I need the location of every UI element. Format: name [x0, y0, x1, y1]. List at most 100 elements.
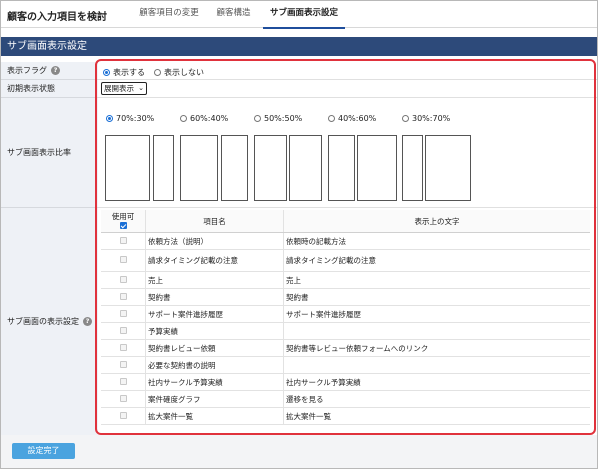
ratio-option-label: 50%:50%: [264, 114, 303, 123]
table-row: 依頼方法（説明） 依頼時の記載方法: [101, 232, 590, 250]
ratio-preview-sub: [425, 135, 471, 201]
row-checkbox[interactable]: [119, 292, 127, 300]
items-table: 使用可 項目名 表示上の文字 依頼方法（説明） 依頼時の記載方法 請求タイミング記…: [101, 210, 590, 425]
display-flag-label-text: 表示フラグ: [7, 66, 47, 75]
ratio-label-text: サブ画面表示比率: [7, 148, 71, 157]
item-display: 拡大案件一覧: [283, 407, 590, 425]
items-label-text: サブ画面の表示設定: [7, 317, 79, 326]
item-name: 売上: [145, 271, 284, 289]
item-display: [283, 322, 590, 340]
item-display: 契約書: [283, 288, 590, 306]
radio-icon[interactable]: [154, 69, 161, 76]
items-label: サブ画面の表示設定 ?: [1, 208, 98, 435]
row-checkbox[interactable]: [119, 326, 127, 334]
help-icon[interactable]: ?: [51, 66, 60, 75]
item-display: 契約書等レビュー依頼フォームへのリンク: [283, 339, 590, 357]
initial-state-value: 展開表示: [104, 84, 134, 93]
table-row: 案件確度グラフ 遷移を見る: [101, 390, 590, 408]
initial-state-field: [98, 80, 597, 98]
footer-bar: [1, 435, 597, 468]
item-display: 遷移を見る: [283, 390, 590, 408]
initial-state-label-text: 初期表示状態: [7, 84, 55, 93]
ratio-preview-sub: [289, 135, 322, 201]
item-name: 必要な契約書の説明: [145, 356, 284, 374]
ratio-preview-main: [254, 135, 287, 201]
initial-state-label: 初期表示状態: [1, 80, 98, 98]
tab-customer-fields[interactable]: 顧客項目の変更: [134, 7, 204, 27]
ratio-preview-main: [105, 135, 150, 201]
display-flag-on-option[interactable]: 表示する: [103, 67, 145, 78]
item-name: 契約書レビュー依頼: [145, 339, 284, 357]
radio-selected-icon[interactable]: [103, 69, 110, 76]
item-name: 予算実績: [145, 322, 284, 340]
item-name: 依頼方法（説明）: [145, 232, 284, 250]
col-enabled-label: 使用可: [111, 212, 135, 221]
ratio-option-30-70[interactable]: 30%:70%: [402, 114, 450, 123]
row-checkbox[interactable]: [119, 411, 127, 419]
item-display: 請求タイミング記載の注意: [283, 249, 590, 272]
table-row: サポート案件進捗履歴 サポート案件進捗履歴: [101, 305, 590, 323]
row-checkbox[interactable]: [119, 343, 127, 351]
tab-subscreen-settings[interactable]: サブ画面表示設定: [263, 7, 345, 29]
initial-state-select[interactable]: 展開表示 ⌄: [101, 82, 147, 95]
row-checkbox[interactable]: [119, 377, 127, 385]
item-name: サポート案件進捗履歴: [145, 305, 284, 323]
item-name: 拡大案件一覧: [145, 407, 284, 425]
ratio-option-label: 70%:30%: [116, 114, 155, 123]
table-row: 予算実績: [101, 322, 590, 340]
section-header: サブ画面表示設定: [1, 37, 597, 56]
ratio-option-label: 30%:70%: [412, 114, 451, 123]
ratio-option-50-50[interactable]: 50%:50%: [254, 114, 302, 123]
item-display: [283, 356, 590, 374]
table-row: 社内サークル予算実績 社内サークル予算実績: [101, 373, 590, 391]
ratio-option-label: 60%:40%: [190, 114, 229, 123]
row-checkbox[interactable]: [119, 256, 127, 263]
table-row: 契約書 契約書: [101, 288, 590, 306]
radio-icon[interactable]: [254, 115, 261, 122]
display-flag-on-label: 表示する: [113, 68, 145, 77]
item-display: 社内サークル予算実績: [283, 373, 590, 391]
radio-icon[interactable]: [180, 115, 187, 122]
table-header-row: 使用可 項目名 表示上の文字: [101, 210, 590, 233]
display-flag-field: 表示する 表示しない: [98, 62, 597, 80]
row-checkbox[interactable]: [119, 360, 127, 368]
row-checkbox[interactable]: [119, 275, 127, 283]
save-settings-button[interactable]: 設定完了: [12, 443, 75, 459]
item-display: 売上: [283, 271, 590, 289]
display-flag-off-option[interactable]: 表示しない: [154, 67, 204, 78]
chevron-down-icon: ⌄: [138, 84, 144, 92]
ratio-option-40-60[interactable]: 40%:60%: [328, 114, 376, 123]
item-display: 依頼時の記載方法: [283, 232, 590, 250]
ratio-option-70-30[interactable]: 70%:30%: [106, 114, 154, 123]
col-display-text: 表示上の文字: [283, 210, 590, 233]
table-row: 請求タイミング記載の注意 請求タイミング記載の注意: [101, 249, 590, 272]
item-name: 契約書: [145, 288, 284, 306]
page-title: 顧客の入力項目を検討: [7, 12, 107, 23]
item-name: 請求タイミング記載の注意: [145, 249, 284, 272]
display-flag-label: 表示フラグ ?: [1, 62, 98, 80]
radio-icon[interactable]: [402, 115, 409, 122]
radio-selected-icon[interactable]: [106, 115, 113, 122]
table-row: 売上 売上: [101, 271, 590, 289]
table-row: 契約書レビュー依頼 契約書等レビュー依頼フォームへのリンク: [101, 339, 590, 357]
ratio-preview-sub: [221, 135, 248, 201]
col-enabled: 使用可: [101, 210, 146, 233]
row-checkbox[interactable]: [119, 309, 127, 317]
help-icon[interactable]: ?: [83, 317, 92, 326]
ratio-preview-main: [328, 135, 355, 201]
ratio-option-60-40[interactable]: 60%:40%: [180, 114, 228, 123]
row-checkbox[interactable]: [119, 236, 127, 244]
select-all-checkbox[interactable]: [119, 222, 127, 229]
row-checkbox[interactable]: [119, 394, 127, 402]
tab-customer-structure[interactable]: 顧客構造: [211, 7, 256, 27]
ratio-preview-sub: [357, 135, 397, 201]
item-display: サポート案件進捗履歴: [283, 305, 590, 323]
item-name: 社内サークル予算実績: [145, 373, 284, 391]
top-bar: 顧客の入力項目を検討 顧客項目の変更 顧客構造 サブ画面表示設定: [1, 1, 597, 29]
ratio-label: サブ画面表示比率: [1, 98, 98, 208]
item-name: 案件確度グラフ: [145, 390, 284, 408]
ratio-preview-sub: [153, 135, 174, 201]
ratio-option-label: 40%:60%: [338, 114, 377, 123]
radio-icon[interactable]: [328, 115, 335, 122]
display-flag-off-label: 表示しない: [164, 68, 204, 77]
